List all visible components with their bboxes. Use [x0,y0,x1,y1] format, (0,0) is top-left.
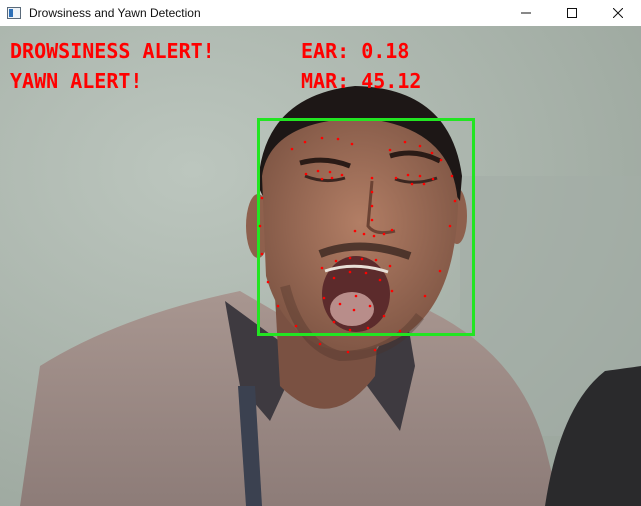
maximize-button[interactable] [549,0,595,26]
title-bar[interactable]: Drowsiness and Yawn Detection [0,0,641,26]
window-controls [503,0,641,26]
minimize-icon [521,8,531,18]
maximize-icon [567,8,577,18]
window-title: Drowsiness and Yawn Detection [29,6,201,20]
app-icon [7,7,21,19]
close-button[interactable] [595,0,641,26]
facial-landmarks [258,136,457,354]
minimize-button[interactable] [503,0,549,26]
app-window: Drowsiness and Yawn Detection DROWSINESS… [0,0,641,506]
close-icon [613,8,623,18]
video-frame: DROWSINESS ALERT! YAWN ALERT! EAR: 0.18 … [0,26,641,506]
